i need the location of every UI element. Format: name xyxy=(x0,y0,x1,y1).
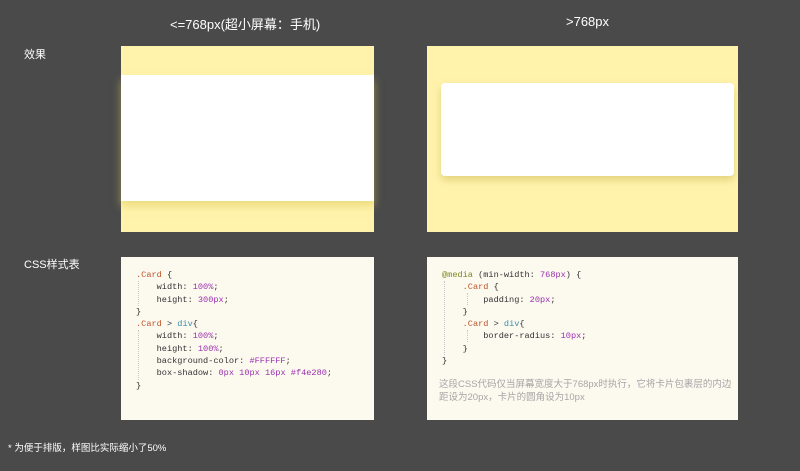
code-selector: .Card xyxy=(442,282,489,293)
code-panel-small-screen: .Card { width: 100%; height: 300px; } .C… xyxy=(121,257,374,420)
card-small-screen xyxy=(121,75,374,201)
code-value: 768px xyxy=(540,270,566,280)
code-value: 100% xyxy=(197,343,219,354)
code-tag: div xyxy=(177,319,193,330)
footnote: * 为便于排版，样图比实际缩小了50% xyxy=(8,443,167,454)
code-value: 10px xyxy=(560,331,582,342)
code-selector: .Card xyxy=(136,270,162,280)
code-tag: div xyxy=(503,319,520,330)
css-code-large-screen: @media (min-width: 768px) { .Card { padd… xyxy=(442,270,587,367)
header-small-screen: <=768px(超小屏幕：手机) xyxy=(170,17,321,32)
header-large-screen: >768px xyxy=(566,14,610,29)
code-value: 100% xyxy=(192,282,214,293)
code-value: 300px xyxy=(197,294,224,305)
demo-large-screen xyxy=(427,46,738,232)
code-panel-large-screen: @media (min-width: 768px) { .Card { padd… xyxy=(427,257,738,420)
row-label-effect: 效果 xyxy=(24,49,46,61)
code-selector: .Card xyxy=(136,319,162,330)
code-value: #FFFFFF xyxy=(249,356,286,367)
code-at-rule: @media xyxy=(442,270,473,280)
card-large-screen xyxy=(441,83,734,176)
css-code-small-screen: .Card { width: 100%; height: 300px; } .C… xyxy=(136,270,333,391)
code-selector: .Card xyxy=(442,319,489,330)
code-description: 这段CSS代码仅当屏幕宽度大于768px时执行，它将卡片包裹层的内边距设为20p… xyxy=(439,379,732,403)
demo-small-screen xyxy=(121,46,374,232)
code-value: 100% xyxy=(192,331,214,342)
code-value: 20px xyxy=(529,294,551,305)
row-label-css: CSS样式表 xyxy=(24,259,80,271)
